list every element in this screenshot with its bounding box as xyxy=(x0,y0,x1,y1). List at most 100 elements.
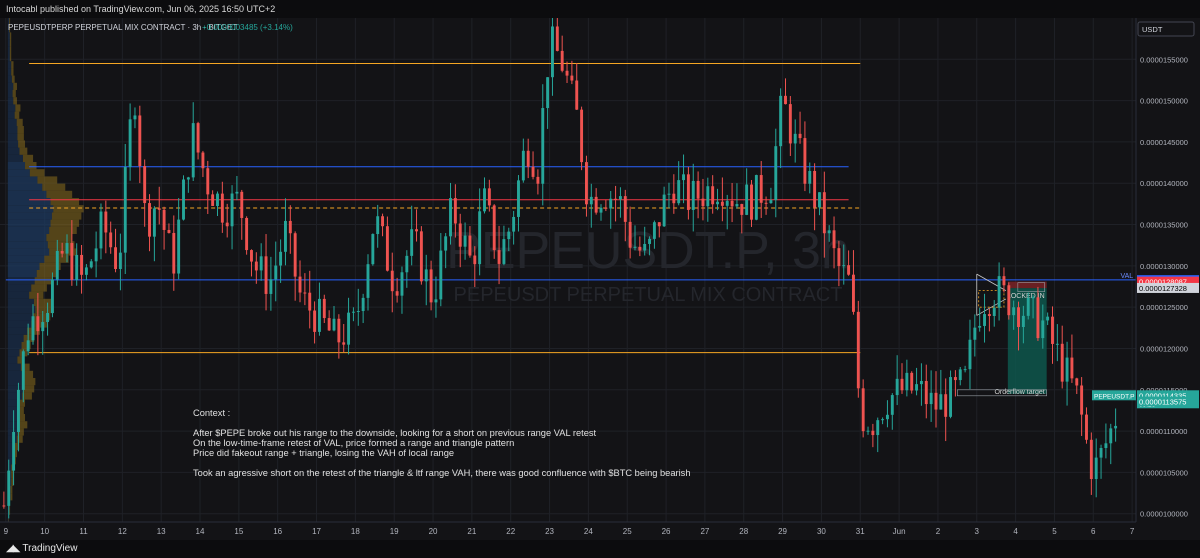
profile-bar-volume xyxy=(7,291,30,299)
candle-body xyxy=(162,209,166,230)
candle-body xyxy=(706,186,710,207)
candle-body xyxy=(745,184,749,215)
candle-body xyxy=(1055,343,1059,345)
candle-body xyxy=(570,75,574,81)
candle-body xyxy=(1094,457,1098,480)
candle-body xyxy=(856,311,860,389)
profile-bar-delta xyxy=(34,277,53,285)
annotation-line: Took an agressive short on the retest of… xyxy=(193,468,691,478)
profile-bar-volume xyxy=(7,262,40,270)
candle-body xyxy=(667,193,671,195)
chart-change: +0.0000003485 (+3.14%) xyxy=(202,23,293,32)
candle-body xyxy=(80,254,84,275)
profile-bar-delta xyxy=(36,270,57,278)
candle-body xyxy=(497,250,501,264)
candle-body xyxy=(949,377,953,417)
candle-body xyxy=(337,318,341,343)
candle-body xyxy=(987,314,991,317)
candle-body xyxy=(818,192,821,208)
profile-bar-delta xyxy=(9,507,11,515)
candle-body xyxy=(1046,316,1050,321)
candle-body xyxy=(691,180,695,210)
candle-body xyxy=(876,420,880,436)
candle-body xyxy=(614,198,618,200)
candle-body xyxy=(196,123,200,153)
candle-body xyxy=(628,221,632,248)
candle-body xyxy=(919,380,923,385)
profile-bar-delta xyxy=(42,183,66,191)
annotation-line: After $PEPE broke out his range to the d… xyxy=(193,428,597,438)
time-axis-tick: 5 xyxy=(1052,527,1057,536)
profile-bar-volume xyxy=(7,133,18,141)
candle-body xyxy=(720,201,724,206)
candle-body xyxy=(672,193,676,204)
candle-body xyxy=(808,170,812,184)
annotation-line: Price did fakeout range + triangle, losi… xyxy=(193,448,454,458)
candle-body xyxy=(487,188,491,206)
price-chart[interactable]: PEPEUSDT.P, 3h PEPEUSDT PERPETUAL MIX CON… xyxy=(0,18,1200,540)
candle-body xyxy=(740,204,744,215)
candle-body xyxy=(99,211,103,249)
candle-body xyxy=(182,179,185,220)
tradingview-brand: TradingView xyxy=(22,543,78,554)
candle-body xyxy=(50,279,54,313)
candle-body xyxy=(1007,285,1011,316)
candle-body xyxy=(463,235,467,247)
price-axis-tick: 0.0000155000 xyxy=(1140,55,1188,64)
candle-body xyxy=(973,327,977,340)
chart-legend: PEPEUSDTPERP PERPETUAL MIX CONTRACT · 3h… xyxy=(8,23,293,32)
time-axis-tick: 7 xyxy=(1130,527,1135,536)
candle-body xyxy=(439,250,443,300)
profile-bar-delta xyxy=(10,493,13,501)
candle-body xyxy=(75,254,79,280)
candle-body xyxy=(788,104,792,144)
candle-body xyxy=(65,243,69,254)
candle-body xyxy=(555,26,559,51)
candle-body xyxy=(531,166,535,177)
profile-bar-volume xyxy=(7,241,48,249)
candle-body xyxy=(298,276,302,293)
profile-bar-delta xyxy=(37,176,58,184)
profile-bar-delta xyxy=(18,140,26,148)
price-axis-tick: 0.0000110000 xyxy=(1140,427,1187,436)
candle-body xyxy=(12,432,16,471)
profile-bar-delta xyxy=(25,162,37,170)
time-axis-tick: 19 xyxy=(390,527,399,536)
candle-body xyxy=(502,239,506,264)
profile-bar-volume xyxy=(7,198,51,206)
candle-body xyxy=(599,207,603,213)
profile-bar-volume xyxy=(7,154,23,162)
time-axis-tick: 28 xyxy=(739,527,748,536)
candle-body xyxy=(327,318,331,331)
candle-body xyxy=(70,243,74,280)
candle-body xyxy=(1026,297,1030,316)
candle-body xyxy=(434,299,438,303)
profile-bar-volume xyxy=(7,97,14,105)
tradingview-logo[interactable]: ◢◣ TradingView xyxy=(6,543,77,554)
profile-bar-volume xyxy=(7,399,19,407)
profile-bar-volume xyxy=(7,313,34,321)
profile-bar-delta xyxy=(13,97,17,105)
profile-bar-volume xyxy=(7,248,50,256)
candle-body xyxy=(415,229,418,232)
candle-body xyxy=(594,196,598,213)
profile-bar-delta xyxy=(50,198,80,206)
candle-body xyxy=(133,115,137,120)
candle-body xyxy=(1041,320,1045,339)
candle-body xyxy=(1036,297,1040,339)
profile-bar-volume xyxy=(7,140,19,148)
candle-body xyxy=(1017,307,1020,328)
candle-body xyxy=(652,222,656,239)
time-axis-tick: Jun xyxy=(893,527,906,536)
candle-body xyxy=(1099,447,1103,458)
candle-body xyxy=(381,216,385,227)
profile-bar-volume xyxy=(7,284,32,292)
orderflow-target-label: Orderflow target xyxy=(994,389,1044,396)
candle-body xyxy=(735,204,739,207)
candle-body xyxy=(774,146,778,201)
profile-bar-delta xyxy=(16,118,23,126)
candle-body xyxy=(424,269,428,282)
price-axis-tick: 0.0000120000 xyxy=(1140,344,1188,353)
price-axis-tick: 0.0000140000 xyxy=(1140,179,1188,188)
profile-bar-delta xyxy=(46,234,73,242)
